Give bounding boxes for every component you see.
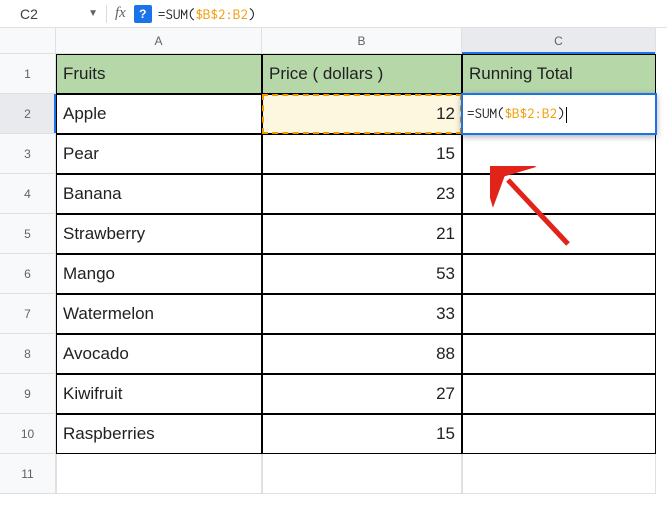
cell-a3[interactable]: Pear xyxy=(56,134,262,174)
cell-reference: C2 xyxy=(20,6,38,22)
cell-c2-editing[interactable]: =SUM($B$2:B2) xyxy=(462,94,656,134)
formula-input[interactable]: =SUM($B$2:B2) xyxy=(158,6,256,22)
chevron-down-icon[interactable]: ▼ xyxy=(88,8,98,19)
cell-c7[interactable] xyxy=(462,294,656,334)
row-header[interactable]: 6 xyxy=(0,254,56,294)
column-header-c[interactable]: C xyxy=(462,28,656,54)
row-header[interactable]: 4 xyxy=(0,174,56,214)
cell-b9[interactable]: 27 xyxy=(262,374,462,414)
cell-c10[interactable] xyxy=(462,414,656,454)
row-header[interactable]: 2 xyxy=(0,94,56,134)
row-header[interactable]: 3 xyxy=(0,134,56,174)
row-header[interactable]: 1 xyxy=(0,54,56,94)
formula-help-icon[interactable]: ? xyxy=(134,5,152,23)
cell-c8[interactable] xyxy=(462,334,656,374)
column-header-a[interactable]: A xyxy=(56,28,262,54)
cell-b7[interactable]: 33 xyxy=(262,294,462,334)
name-box[interactable]: C2 ▼ xyxy=(8,6,98,22)
cell-a9[interactable]: Kiwifruit xyxy=(56,374,262,414)
cell-c3[interactable] xyxy=(462,134,656,174)
divider xyxy=(106,5,107,23)
select-all-corner[interactable] xyxy=(0,28,56,54)
cell-b8[interactable]: 88 xyxy=(262,334,462,374)
row-header[interactable]: 9 xyxy=(0,374,56,414)
cell-a8[interactable]: Avocado xyxy=(56,334,262,374)
cell-a2[interactable]: Apple xyxy=(56,94,262,134)
formula-bar: C2 ▼ fx ? =SUM($B$2:B2) xyxy=(0,0,667,28)
cell-a7[interactable]: Watermelon xyxy=(56,294,262,334)
cell-b11[interactable] xyxy=(262,454,462,494)
row-header[interactable]: 8 xyxy=(0,334,56,374)
cell-b4[interactable]: 23 xyxy=(262,174,462,214)
spreadsheet: A B C 1 Fruits Price ( dollars ) Running… xyxy=(0,28,667,494)
cell-c9[interactable] xyxy=(462,374,656,414)
cell-c1[interactable]: Running Total xyxy=(462,54,656,94)
cell-a10[interactable]: Raspberries xyxy=(56,414,262,454)
cell-c4[interactable] xyxy=(462,174,656,214)
cell-b6[interactable]: 53 xyxy=(262,254,462,294)
cell-a5[interactable]: Strawberry xyxy=(56,214,262,254)
cell-b3[interactable]: 15 xyxy=(262,134,462,174)
row-header[interactable]: 10 xyxy=(0,414,56,454)
cell-a6[interactable]: Mango xyxy=(56,254,262,294)
row-header[interactable]: 11 xyxy=(0,454,56,494)
cell-c11[interactable] xyxy=(462,454,656,494)
cell-c6[interactable] xyxy=(462,254,656,294)
column-header-b[interactable]: B xyxy=(262,28,462,54)
fx-label: fx xyxy=(115,5,126,22)
row-header[interactable]: 7 xyxy=(0,294,56,334)
cell-c5[interactable] xyxy=(462,214,656,254)
cell-a4[interactable]: Banana xyxy=(56,174,262,214)
cell-a1[interactable]: Fruits xyxy=(56,54,262,94)
cell-a11[interactable] xyxy=(56,454,262,494)
cell-b5[interactable]: 21 xyxy=(262,214,462,254)
cell-b2[interactable]: 12 xyxy=(262,94,462,134)
row-header[interactable]: 5 xyxy=(0,214,56,254)
cell-b1[interactable]: Price ( dollars ) xyxy=(262,54,462,94)
cell-b10[interactable]: 15 xyxy=(262,414,462,454)
